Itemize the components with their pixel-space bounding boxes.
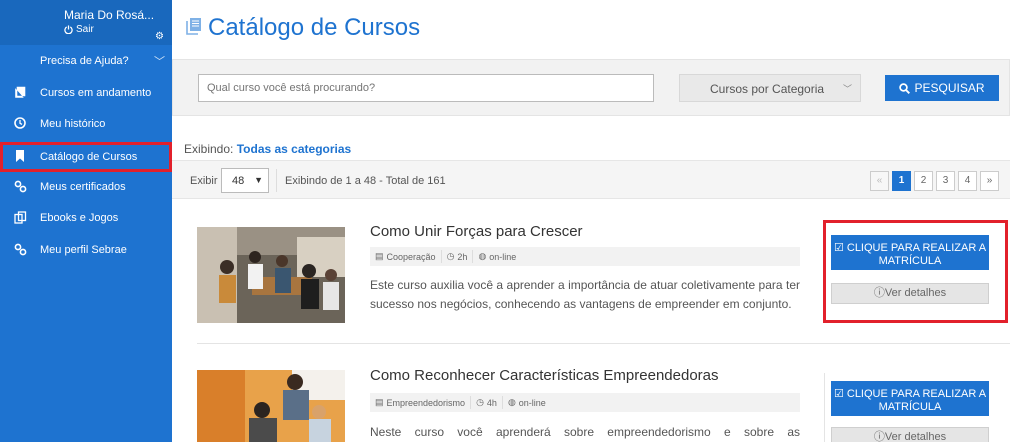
course-title[interactable]: Como Unir Forças para Crescer xyxy=(370,223,583,240)
page-button-1[interactable]: 1 xyxy=(892,171,911,191)
filter-prefix: Exibindo: xyxy=(184,142,234,156)
power-icon xyxy=(64,25,73,34)
sidebar-item-cursos-em-andamento[interactable]: Cursos em andamento xyxy=(0,80,172,108)
results-range: Exibindo de 1 a 48 - Total de 161 xyxy=(285,175,446,187)
course-mode-text: on-line xyxy=(489,251,517,262)
page-title: Catálogo de Cursos xyxy=(186,14,420,42)
course-meta: ▤ Empreendedorismo ◷ 4h ◍ on-line xyxy=(370,393,800,412)
checkbox-icon: ☑ xyxy=(833,387,844,400)
course-category-text: Cooperação xyxy=(386,251,436,262)
help-label: Precisa de Ajuda? xyxy=(40,55,129,67)
per-page-label: Exibir xyxy=(190,175,218,187)
clock-icon: ◷ xyxy=(446,251,455,261)
book-icon xyxy=(13,86,27,100)
course-mode: ◍ on-line xyxy=(473,250,521,263)
sidebar-item-label: Catálogo de Cursos xyxy=(40,151,138,163)
course-thumbnail[interactable] xyxy=(197,227,345,323)
chevron-down-icon: ﹀ xyxy=(154,56,165,68)
search-button-label: PESQUISAR xyxy=(914,81,985,95)
main-content: Catálogo de Cursos Cursos por Categoria … xyxy=(172,0,1024,442)
divider xyxy=(276,169,277,192)
sidebar-item-meu-perfil[interactable]: Meu perfil Sebrae xyxy=(0,237,172,265)
course-category-text: Empreendedorismo xyxy=(386,397,466,408)
course-meta: ▤ Cooperação ◷ 2h ◍ on-line xyxy=(370,247,800,266)
sidebar-item-label: Cursos em andamento xyxy=(40,87,152,99)
clock-icon xyxy=(13,117,27,131)
file-icon: ▤ xyxy=(375,397,384,407)
course-duration: ◷ 4h xyxy=(471,396,503,409)
filter-value-link[interactable]: Todas as categorias xyxy=(237,142,352,156)
file-icon: ▤ xyxy=(375,251,384,261)
chevron-down-icon: ▼ xyxy=(254,175,263,185)
info-icon: ⓘ xyxy=(873,431,885,442)
copy-icon xyxy=(13,211,27,225)
per-page-select[interactable]: 48 ▼ xyxy=(221,168,269,193)
course-description: Neste curso você aprenderá sobre empreen… xyxy=(370,425,800,439)
search-input[interactable] xyxy=(198,74,654,102)
chevron-down-icon: ﹀ xyxy=(842,84,852,94)
divider xyxy=(824,373,825,442)
help-menu[interactable]: Precisa de Ajuda? ﹀ xyxy=(0,51,172,73)
gear-icon[interactable]: ⚙ xyxy=(155,31,164,42)
sidebar-item-catalogo[interactable]: Catálogo de Cursos xyxy=(0,142,172,172)
category-select[interactable]: Cursos por Categoria ﹀ xyxy=(679,74,861,102)
search-panel: Cursos por Categoria ﹀ PESQUISAR xyxy=(172,59,1010,116)
sidebar-item-label: Ebooks e Jogos xyxy=(40,212,119,224)
course-category: ▤ Cooperação xyxy=(370,250,442,263)
course-duration-text: 4h xyxy=(486,397,497,408)
enroll-button[interactable]: ☑ CLIQUE PARA REALIZAR A MATRÍCULA xyxy=(831,381,989,416)
search-icon xyxy=(899,82,911,94)
globe-icon: ◍ xyxy=(478,251,487,261)
page-title-text: Catálogo de Cursos xyxy=(208,14,421,41)
logout-label: Sair xyxy=(76,24,94,35)
sidebar-item-label: Meu histórico xyxy=(40,118,106,130)
user-name: Maria Do Rosá... xyxy=(64,8,155,22)
divider xyxy=(197,343,1010,344)
bookmark-icon xyxy=(13,150,27,164)
course-duration: ◷ 2h xyxy=(442,250,474,263)
clock-icon: ◷ xyxy=(476,397,484,407)
sidebar-item-ebooks-e-jogos[interactable]: Ebooks e Jogos xyxy=(0,205,172,233)
course-duration-text: 2h xyxy=(457,251,468,262)
search-button[interactable]: PESQUISAR xyxy=(885,75,999,101)
details-button[interactable]: ⓘVer detalhes xyxy=(831,427,989,442)
course-category: ▤ Empreendedorismo xyxy=(370,396,472,409)
logout-link[interactable]: Sair xyxy=(64,24,94,35)
course-mode: ◍ on-line xyxy=(503,396,551,409)
book-icon xyxy=(186,17,202,40)
pagination: « 1 2 3 4 » xyxy=(870,171,999,191)
user-block: Maria Do Rosá... Sair ⚙ xyxy=(0,0,172,45)
page-button-2[interactable]: 2 xyxy=(914,171,933,191)
sidebar-item-label: Meu perfil Sebrae xyxy=(40,244,127,256)
sidebar-item-meus-certificados[interactable]: Meus certificados xyxy=(0,174,172,202)
course-thumbnail[interactable] xyxy=(197,370,345,442)
page-button-3[interactable]: 3 xyxy=(936,171,955,191)
course-mode-text: on-line xyxy=(518,397,546,408)
pagination-bar: Exibir 48 ▼ Exibindo de 1 a 48 - Total d… xyxy=(172,160,1010,199)
sidebar: Maria Do Rosá... Sair ⚙ Precisa de Ajuda… xyxy=(0,0,172,442)
enroll-button-label: CLIQUE PARA REALIZAR A MATRÍCULA xyxy=(846,387,987,413)
page-button-4[interactable]: 4 xyxy=(958,171,977,191)
sidebar-item-meu-historico[interactable]: Meu histórico xyxy=(0,111,172,139)
link-icon xyxy=(13,243,27,257)
page-prev-button[interactable]: « xyxy=(870,171,889,191)
course-description: Este curso auxilia você a aprender a imp… xyxy=(370,278,800,311)
globe-icon: ◍ xyxy=(507,397,516,407)
highlight-box xyxy=(823,220,1008,323)
sidebar-item-label: Meus certificados xyxy=(40,181,126,193)
page-next-button[interactable]: » xyxy=(980,171,999,191)
per-page-value: 48 xyxy=(232,175,245,187)
category-select-label: Cursos por Categoria xyxy=(710,82,825,96)
course-title[interactable]: Como Reconhecer Características Empreend… xyxy=(370,367,719,384)
filter-info: Exibindo: Todas as categorias xyxy=(184,142,351,156)
link-icon xyxy=(13,180,27,194)
details-button-label: Ver detalhes xyxy=(884,431,947,442)
